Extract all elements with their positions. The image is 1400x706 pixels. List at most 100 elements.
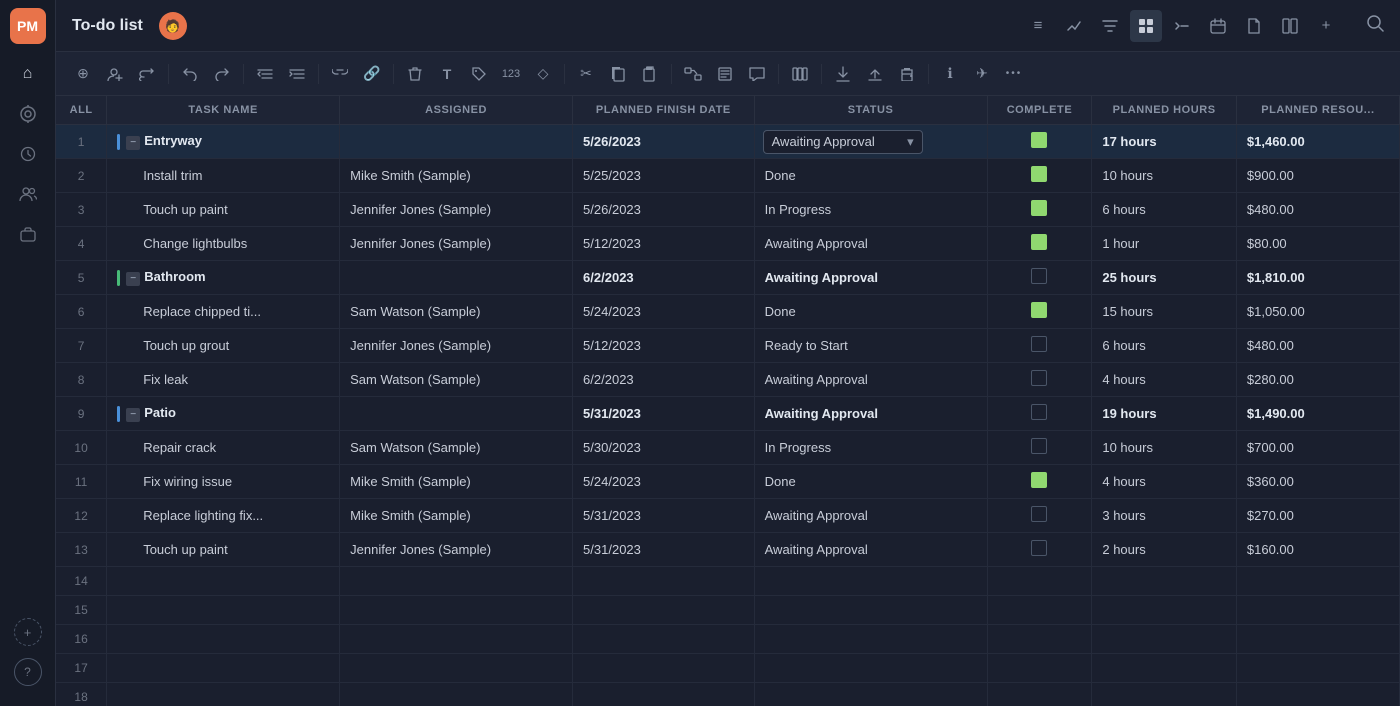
task-name-cell[interactable]: −Bathroom: [107, 261, 340, 295]
number-button[interactable]: 123: [496, 59, 526, 89]
outdent-button[interactable]: [250, 59, 280, 89]
dependency-button[interactable]: [678, 59, 708, 89]
task-name-cell[interactable]: Replace lighting fix...: [107, 499, 340, 533]
tab-add-view[interactable]: +: [1310, 10, 1342, 42]
text-format-button[interactable]: T: [432, 59, 462, 89]
comment-button[interactable]: [742, 59, 772, 89]
col-header-complete[interactable]: COMPLETE: [987, 96, 1092, 125]
complete-cell[interactable]: [987, 397, 1092, 431]
replace-button[interactable]: [132, 59, 162, 89]
complete-cell[interactable]: [987, 193, 1092, 227]
sidebar-item-home[interactable]: ⌂: [10, 56, 46, 92]
complete-checkbox[interactable]: [1031, 302, 1047, 318]
notes-button[interactable]: [710, 59, 740, 89]
diamond-button[interactable]: ◇: [528, 59, 558, 89]
add-person-button[interactable]: [100, 59, 130, 89]
tab-filter-view[interactable]: [1094, 10, 1126, 42]
unlink-button[interactable]: 🔗: [357, 59, 387, 89]
sidebar-item-help[interactable]: ?: [14, 658, 42, 686]
complete-cell[interactable]: [987, 125, 1092, 159]
col-header-task-name[interactable]: TASK NAME: [107, 96, 340, 125]
tab-calendar-view[interactable]: [1202, 10, 1234, 42]
status-cell[interactable]: In Progress: [754, 431, 987, 465]
status-cell[interactable]: In Progress: [754, 193, 987, 227]
task-name-cell[interactable]: [107, 654, 340, 683]
complete-checkbox[interactable]: [1031, 200, 1047, 216]
upload-button[interactable]: [860, 59, 890, 89]
complete-cell[interactable]: [987, 533, 1092, 567]
task-name-cell[interactable]: Fix wiring issue: [107, 465, 340, 499]
task-name-cell[interactable]: Fix leak: [107, 363, 340, 397]
task-name-cell[interactable]: Replace chipped ti...: [107, 295, 340, 329]
complete-checkbox[interactable]: [1031, 472, 1047, 488]
task-name-cell[interactable]: [107, 567, 340, 596]
status-cell[interactable]: Awaiting Approval ▾: [754, 125, 987, 159]
sidebar-add-button[interactable]: +: [14, 618, 42, 646]
col-header-assigned[interactable]: ASSIGNED: [340, 96, 573, 125]
col-header-date[interactable]: PLANNED FINISH DATE: [573, 96, 755, 125]
complete-checkbox[interactable]: [1031, 336, 1047, 352]
copy-button[interactable]: [603, 59, 633, 89]
task-name-cell[interactable]: Touch up paint: [107, 193, 340, 227]
col-header-status[interactable]: STATUS: [754, 96, 987, 125]
tab-split-view[interactable]: [1274, 10, 1306, 42]
tab-grid-view[interactable]: [1130, 10, 1162, 42]
complete-cell[interactable]: [987, 227, 1092, 261]
status-cell[interactable]: Awaiting Approval: [754, 533, 987, 567]
task-name-cell[interactable]: [107, 625, 340, 654]
more-options-button[interactable]: •••: [999, 59, 1029, 89]
status-cell[interactable]: Awaiting Approval: [754, 227, 987, 261]
collapse-icon[interactable]: −: [126, 408, 140, 422]
status-cell[interactable]: Done: [754, 465, 987, 499]
complete-checkbox[interactable]: [1031, 438, 1047, 454]
task-name-cell[interactable]: [107, 683, 340, 706]
complete-cell[interactable]: [987, 363, 1092, 397]
status-cell[interactable]: Awaiting Approval: [754, 261, 987, 295]
complete-cell[interactable]: [987, 431, 1092, 465]
tab-gantt-view[interactable]: [1166, 10, 1198, 42]
sidebar-item-notifications[interactable]: [10, 96, 46, 132]
app-logo[interactable]: PM: [10, 8, 46, 44]
complete-cell[interactable]: [987, 329, 1092, 363]
task-name-cell[interactable]: −Entryway: [107, 125, 340, 159]
complete-checkbox[interactable]: [1031, 506, 1047, 522]
complete-checkbox[interactable]: [1031, 234, 1047, 250]
complete-cell[interactable]: [987, 465, 1092, 499]
complete-checkbox[interactable]: [1031, 166, 1047, 182]
print-button[interactable]: [892, 59, 922, 89]
task-name-cell[interactable]: [107, 596, 340, 625]
task-name-cell[interactable]: Touch up paint: [107, 533, 340, 567]
task-name-cell[interactable]: Repair crack: [107, 431, 340, 465]
status-cell[interactable]: Awaiting Approval: [754, 363, 987, 397]
complete-checkbox[interactable]: [1031, 540, 1047, 556]
redo-button[interactable]: [207, 59, 237, 89]
complete-checkbox[interactable]: [1031, 132, 1047, 148]
task-name-cell[interactable]: Install trim: [107, 159, 340, 193]
status-dropdown[interactable]: Awaiting Approval ▾: [763, 130, 923, 154]
complete-cell[interactable]: [987, 159, 1092, 193]
columns-button[interactable]: [785, 59, 815, 89]
link-button[interactable]: [325, 59, 355, 89]
complete-checkbox[interactable]: [1031, 268, 1047, 284]
collapse-icon[interactable]: −: [126, 272, 140, 286]
complete-cell[interactable]: [987, 499, 1092, 533]
paste-button[interactable]: [635, 59, 665, 89]
complete-checkbox[interactable]: [1031, 404, 1047, 420]
undo-button[interactable]: [175, 59, 205, 89]
task-name-cell[interactable]: −Patio: [107, 397, 340, 431]
download-button[interactable]: [828, 59, 858, 89]
status-cell[interactable]: Done: [754, 159, 987, 193]
tab-file-view[interactable]: [1238, 10, 1270, 42]
info-button[interactable]: ℹ: [935, 59, 965, 89]
task-name-cell[interactable]: Change lightbulbs: [107, 227, 340, 261]
tab-list-view[interactable]: ≡: [1022, 10, 1054, 42]
sidebar-item-briefcase[interactable]: [10, 216, 46, 252]
task-name-cell[interactable]: Touch up grout: [107, 329, 340, 363]
collapse-icon[interactable]: −: [126, 136, 140, 150]
complete-cell[interactable]: [987, 295, 1092, 329]
status-cell[interactable]: Done: [754, 295, 987, 329]
col-header-all[interactable]: ALL: [56, 96, 107, 125]
complete-checkbox[interactable]: [1031, 370, 1047, 386]
sidebar-item-people[interactable]: [10, 176, 46, 212]
status-cell[interactable]: Awaiting Approval: [754, 397, 987, 431]
